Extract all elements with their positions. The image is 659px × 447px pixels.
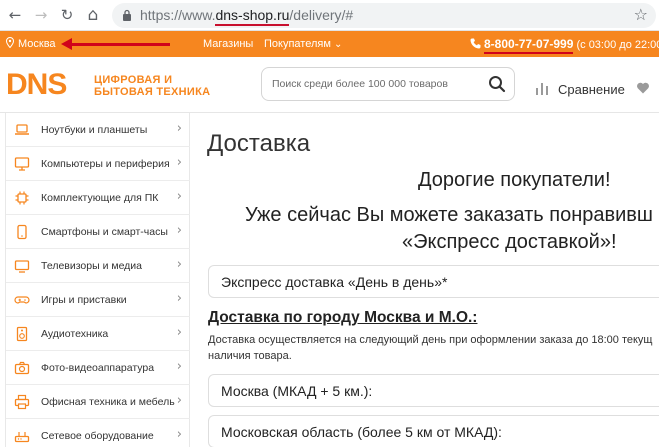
- promo-text-line1: Уже сейчас Вы можете заказать понравивш: [245, 204, 653, 226]
- sidebar-item-label: Офисная техника и мебель: [41, 396, 175, 408]
- accordion-label: Москва (МКАД + 5 км.):: [221, 383, 373, 399]
- chevron-right-icon: ›: [176, 257, 182, 272]
- heart-icon[interactable]: [636, 81, 650, 95]
- sidebar-item-games[interactable]: Игры и приставки ›: [6, 283, 190, 317]
- gamepad-icon: [14, 296, 30, 304]
- browser-toolbar: ← → ↻ ⌂ https://www.dns-shop.ru/delivery…: [0, 0, 659, 31]
- main-content: Доставка Дорогие покупатели! Уже сейчас …: [190, 113, 659, 447]
- sidebar-item-laptops[interactable]: Ноутбуки и планшеты ›: [6, 113, 190, 147]
- sidebar-item-office[interactable]: Офисная техника и мебель ›: [6, 385, 190, 419]
- home-icon[interactable]: ⌂: [84, 6, 102, 24]
- sidebar-item-photo-video[interactable]: Фото-видеоаппаратура ›: [6, 351, 190, 385]
- chevron-right-icon: ›: [176, 223, 182, 238]
- section-text: Доставка осуществляется на следующий ден…: [208, 334, 653, 362]
- camera-icon: [14, 361, 30, 375]
- catalog-sidebar: Ноутбуки и планшеты › Компьютеры и периф…: [5, 113, 190, 447]
- chevron-right-icon: ›: [176, 189, 182, 204]
- chevron-right-icon: ›: [176, 155, 182, 170]
- dns-logo[interactable]: DNS: [6, 70, 67, 100]
- chip-icon: [15, 191, 29, 205]
- search-input[interactable]: Поиск среди более 100 000 товаров: [261, 67, 515, 101]
- sidebar-item-label: Комплектующие для ПК: [41, 192, 159, 204]
- search-icon[interactable]: [488, 75, 506, 93]
- page-title: Доставка: [207, 130, 311, 157]
- back-arrow-icon[interactable]: ←: [6, 6, 24, 24]
- url-text: https://www.dns-shop.ru/delivery/#: [140, 7, 354, 26]
- chevron-right-icon: ›: [176, 359, 182, 374]
- annotation-underline: [484, 52, 574, 54]
- phone-handset-icon: [470, 38, 481, 49]
- sidebar-item-label: Аудиотехника: [41, 328, 109, 340]
- url-prefix: https://www.: [140, 7, 216, 23]
- location-pin-icon: [6, 37, 14, 48]
- search-placeholder: Поиск среди более 100 000 товаров: [272, 78, 448, 90]
- chevron-right-icon: ›: [176, 291, 182, 306]
- sidebar-item-label: Смартфоны и смарт-часы: [41, 226, 168, 238]
- sidebar-item-computers[interactable]: Компьютеры и периферия ›: [6, 147, 190, 181]
- speaker-icon: [16, 326, 28, 342]
- section-title: Доставка по городу Москва и М.О.:: [208, 309, 478, 326]
- buyers-menu[interactable]: Покупателям ⌄: [264, 38, 342, 50]
- phone-hours: (с 03:00 до 22:00): [576, 39, 659, 51]
- printer-icon: [14, 394, 30, 410]
- accordion-label: Московская область (более 5 км от МКАД):: [221, 424, 502, 440]
- sidebar-item-tv[interactable]: Телевизоры и медиа ›: [6, 249, 190, 283]
- bookmark-star-icon[interactable]: ☆: [634, 5, 648, 24]
- greeting-text: Дорогие покупатели!: [418, 169, 611, 191]
- forward-arrow-icon[interactable]: →: [32, 6, 50, 24]
- sidebar-item-components[interactable]: Комплектующие для ПК ›: [6, 181, 190, 215]
- lock-icon: [123, 9, 131, 21]
- phone-number: 8-800-77-07-999: [484, 37, 574, 54]
- city-selector[interactable]: Москва: [6, 37, 56, 50]
- compare-icon[interactable]: [535, 81, 549, 95]
- logo-tagline: ЦИФРОВАЯ И БЫТОВАЯ ТЕХНИКА: [94, 74, 211, 98]
- sidebar-item-label: Ноутбуки и планшеты: [41, 124, 148, 136]
- sidebar-item-label: Компьютеры и периферия: [41, 158, 170, 170]
- sidebar-item-smartphones[interactable]: Смартфоны и смарт-часы ›: [6, 215, 190, 249]
- annotation-arrow: [61, 38, 170, 50]
- tv-icon: [14, 260, 30, 273]
- monitor-icon: [14, 157, 30, 171]
- accordion-moscow-region[interactable]: Московская область (более 5 км от МКАД):: [208, 415, 659, 447]
- chevron-right-icon: ›: [176, 427, 182, 442]
- accordion-express-delivery[interactable]: Экспресс доставка «День в день»*: [208, 265, 659, 298]
- city-label: Москва: [18, 38, 56, 50]
- accordion-label: Экспресс доставка «День в день»*: [221, 274, 448, 290]
- url-path: /delivery/#: [289, 7, 354, 23]
- chevron-down-icon: ⌄: [333, 39, 343, 50]
- chevron-right-icon: ›: [176, 393, 182, 408]
- chevron-right-icon: ›: [176, 121, 182, 136]
- sidebar-item-label: Фото-видеоаппаратура: [41, 362, 155, 374]
- top-bar: Москва Магазины Покупателям ⌄ 8-800-77-0…: [0, 31, 659, 57]
- sidebar-item-network[interactable]: Сетевое оборудование ›: [6, 419, 190, 447]
- compare-link[interactable]: Сравнение: [558, 82, 625, 97]
- phone-contact[interactable]: 8-800-77-07-999 (с 03:00 до 22:00): [470, 37, 659, 54]
- reload-icon[interactable]: ↻: [58, 6, 76, 24]
- chevron-right-icon: ›: [176, 325, 182, 340]
- accordion-moscow[interactable]: Москва (МКАД + 5 км.):: [208, 374, 659, 407]
- sidebar-item-label: Телевизоры и медиа: [41, 260, 143, 272]
- laptop-icon: [15, 124, 29, 135]
- annotation-underline: [215, 24, 290, 26]
- sidebar-item-audio[interactable]: Аудиотехника ›: [6, 317, 190, 351]
- phone-icon: [17, 224, 27, 240]
- network-icon: [14, 432, 30, 443]
- promo-text-line2: «Экспресс доставкой»!: [402, 231, 617, 253]
- sidebar-item-label: Игры и приставки: [41, 294, 127, 306]
- url-host: dns-shop.ru: [215, 7, 290, 26]
- address-bar[interactable]: https://www.dns-shop.ru/delivery/# ☆: [112, 3, 656, 28]
- site-header: DNS ЦИФРОВАЯ И БЫТОВАЯ ТЕХНИКА Поиск сре…: [0, 57, 659, 113]
- sidebar-item-label: Сетевое оборудование: [41, 430, 154, 442]
- stores-link[interactable]: Магазины: [203, 38, 253, 50]
